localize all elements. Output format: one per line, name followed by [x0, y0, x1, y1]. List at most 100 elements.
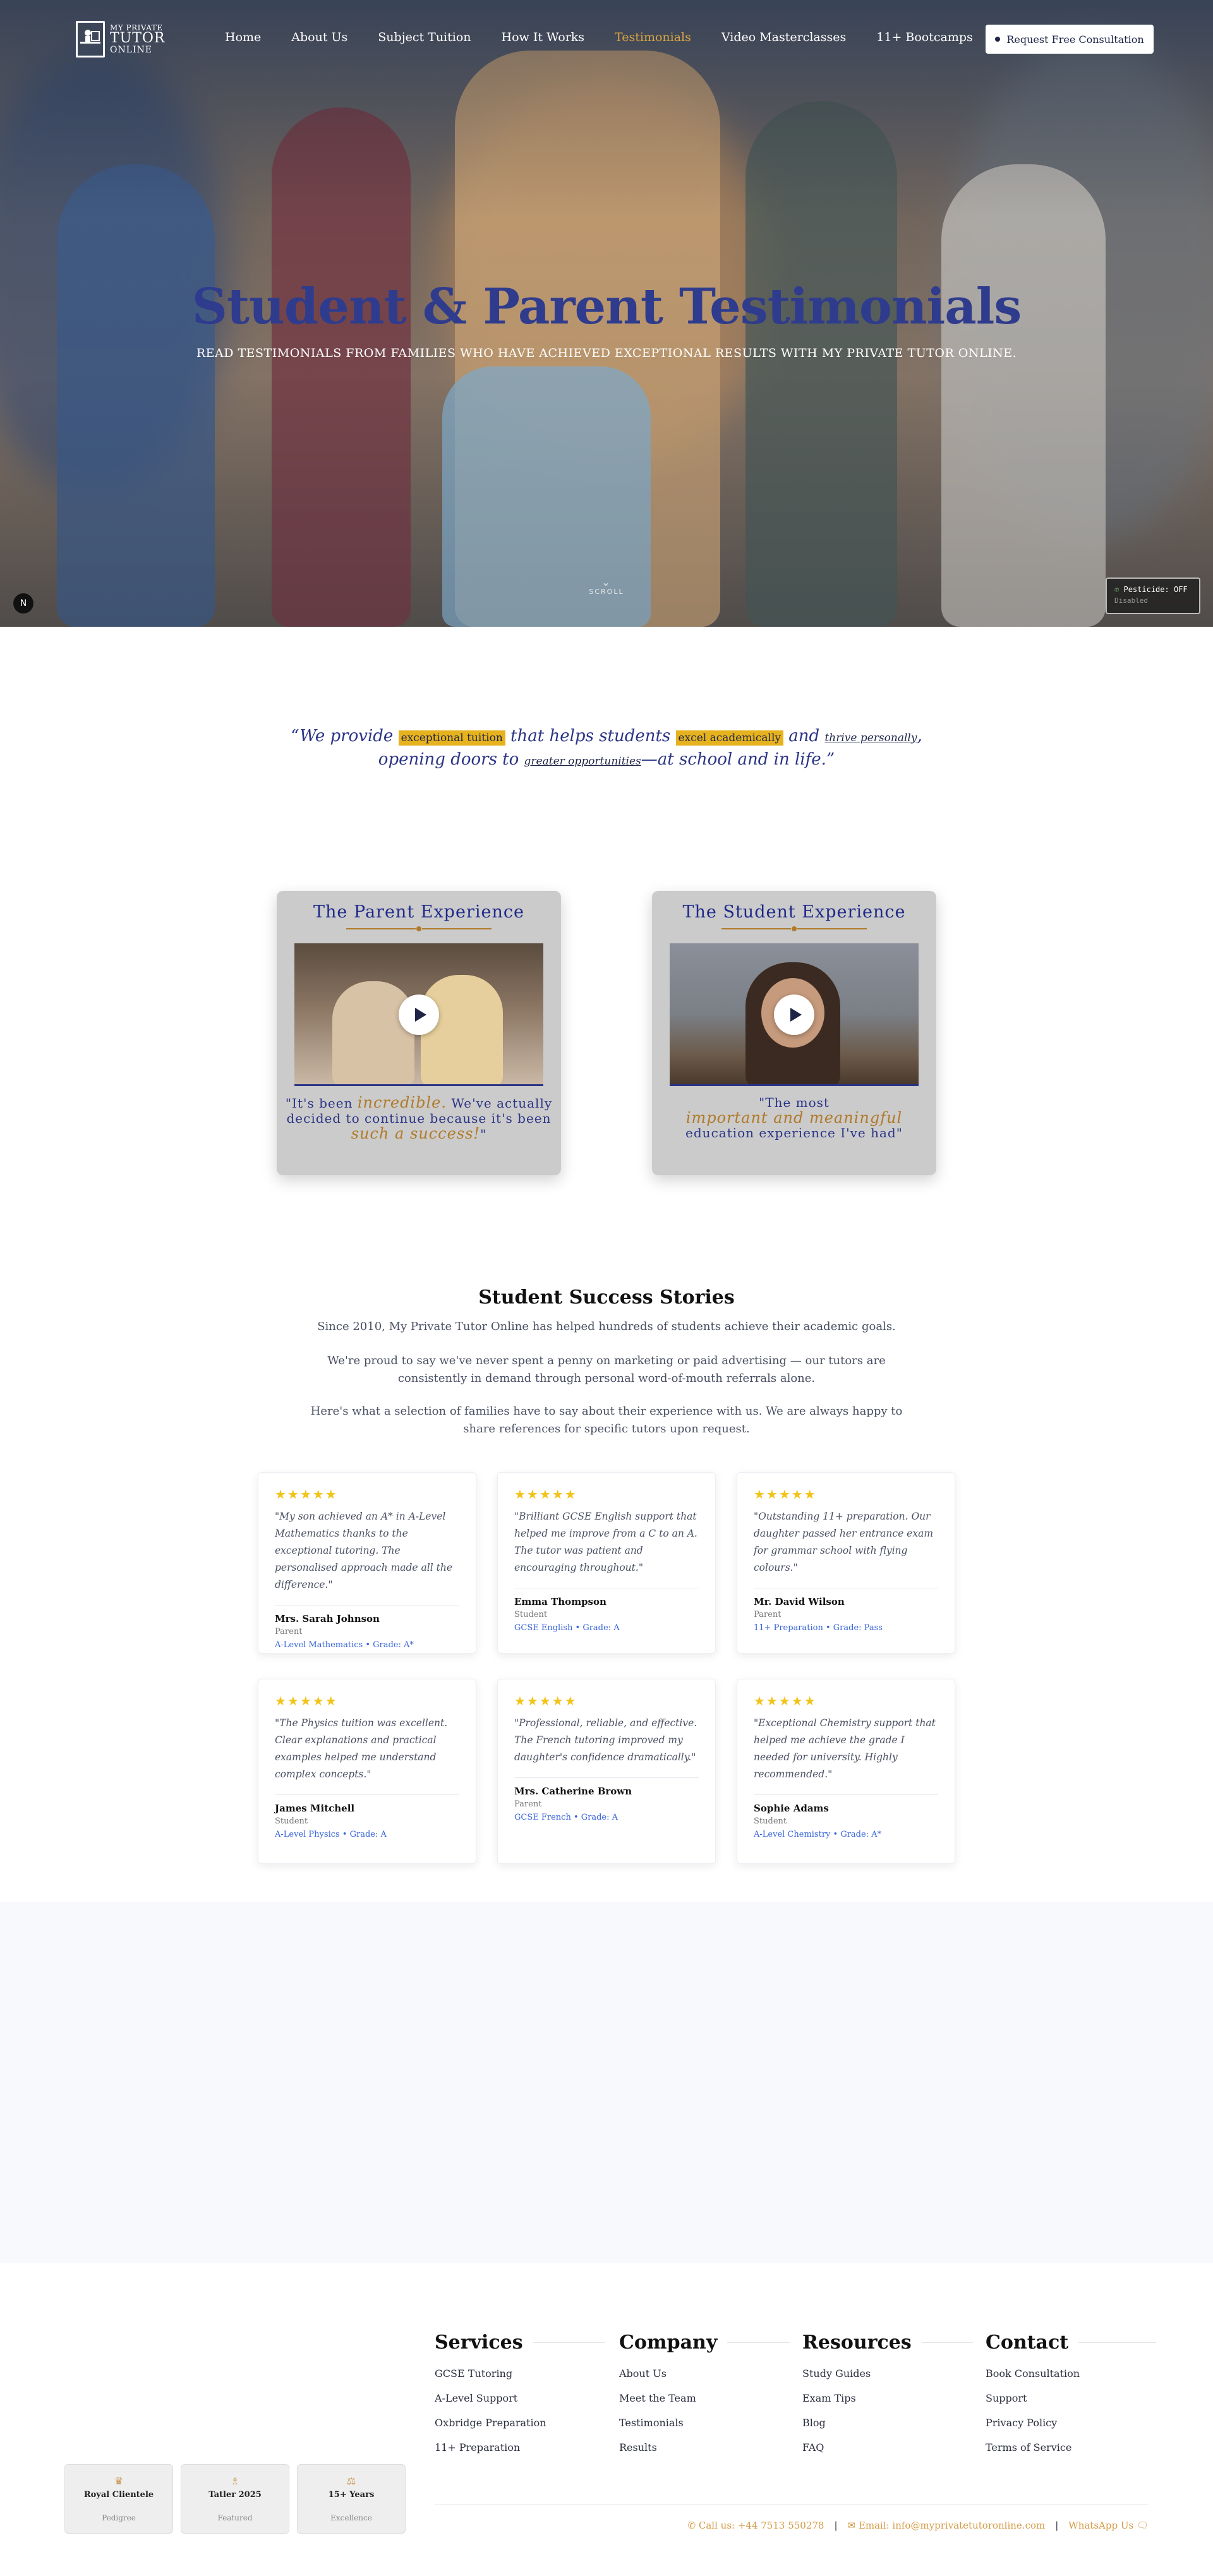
parent-quote: "It's been incredible. We've actually de…: [285, 1094, 553, 1142]
success-intro-3: Here's what a selection of families have…: [310, 1405, 903, 1436]
card-title: The Student Experience: [682, 902, 906, 922]
parent-video[interactable]: [294, 943, 543, 1086]
scroll-label: SCROLL: [589, 588, 624, 596]
star-rating-icon: ★★★★★: [514, 1487, 577, 1502]
site-logo[interactable]: MY PRIVATE TUTOR ONLINE: [76, 19, 165, 59]
footer-link[interactable]: Blog: [802, 2417, 973, 2441]
testimonial-subject-grade: A-Level Physics • Grade: A: [275, 1830, 387, 1839]
ornament-divider: [346, 924, 492, 933]
nav-testimonials[interactable]: Testimonials: [615, 30, 691, 44]
crown-icon: ♛: [114, 2475, 124, 2487]
testimonial-role: Student: [754, 1817, 787, 1826]
student-experience-card: The Student Experience "The most importa…: [652, 891, 936, 1175]
phone-icon: ✆: [1114, 585, 1119, 594]
footer-link[interactable]: Privacy Policy: [986, 2417, 1156, 2441]
nav-video-masterclasses[interactable]: Video Masterclasses: [721, 30, 846, 44]
card-title: The Parent Experience: [313, 902, 524, 922]
footer-link[interactable]: Results: [619, 2441, 790, 2466]
underline-greater-opportunities: greater opportunities: [524, 755, 641, 768]
badge-title: Royal Clientele: [83, 2490, 154, 2500]
main-nav: Home About Us Subject Tuition How It Wor…: [225, 30, 973, 44]
request-consultation-button[interactable]: Request Free Consultation: [986, 25, 1154, 54]
testimonial-text: "The Physics tuition was excellent. Clea…: [275, 1717, 448, 1780]
footer-link[interactable]: Meet the Team: [619, 2392, 790, 2417]
scroll-indicator[interactable]: ⌄ SCROLL: [588, 577, 625, 596]
play-icon[interactable]: [399, 995, 439, 1035]
footer-divider: [435, 2504, 1149, 2505]
footer-link[interactable]: About Us: [619, 2367, 790, 2392]
quote-line-1: “We provide exceptional tuition that hel…: [291, 727, 922, 746]
testimonial-subject-grade: GCSE French • Grade: A: [514, 1813, 619, 1822]
logo-text-line3: ONLINE: [110, 45, 153, 55]
footer-link[interactable]: Terms of Service: [986, 2441, 1156, 2466]
testimonial-card: ★★★★★ "My son achieved an A* in A-Level …: [258, 1472, 476, 1654]
success-stories-title: Student Success Stories: [478, 1286, 735, 1309]
quote-line-2: opening doors to greater opportunities—a…: [378, 750, 835, 769]
footer-link[interactable]: Exam Tips: [802, 2392, 973, 2417]
footer-heading: Services: [435, 2331, 523, 2354]
footer-link[interactable]: 11+ Preparation: [435, 2441, 605, 2466]
next-dev-badge[interactable]: N: [13, 593, 34, 614]
nav-home[interactable]: Home: [225, 30, 261, 44]
trophy-icon: ♗: [230, 2475, 240, 2487]
testimonial-role: Parent: [514, 1799, 542, 1809]
footer-link[interactable]: Support: [986, 2392, 1156, 2417]
mission-quote: “We provide exceptional tuition that hel…: [0, 725, 1213, 772]
footer-heading: Contact: [986, 2331, 1069, 2354]
testimonial-author: Mr. David Wilson: [754, 1596, 845, 1607]
footer-link[interactable]: Study Guides: [802, 2367, 973, 2392]
testimonial-card: ★★★★★ "Brilliant GCSE English support th…: [497, 1472, 716, 1654]
logo-tutor-icon: [76, 21, 105, 57]
play-icon[interactable]: [774, 995, 814, 1035]
ornament-divider: [721, 924, 867, 933]
footer-phone-link[interactable]: ✆ Call us: +44 7513 550278: [688, 2520, 824, 2531]
scales-icon: ⚖: [346, 2475, 356, 2487]
parent-experience-card: The Parent Experience "It's been incredi…: [277, 891, 561, 1175]
hero-subtitle: READ TESTIMONIALS FROM FAMILIES WHO HAVE…: [196, 346, 1017, 360]
testimonial-role: Parent: [754, 1610, 782, 1619]
footer-whatsapp-link[interactable]: WhatsApp Us 🗨: [1068, 2520, 1149, 2531]
testimonial-author: Mrs. Catherine Brown: [514, 1786, 632, 1797]
pesticide-toggle[interactable]: ✆ Pesticide: OFF Disabled: [1106, 577, 1200, 614]
student-video[interactable]: [670, 943, 919, 1086]
testimonial-card: ★★★★★ "Exceptional Chemistry support tha…: [737, 1679, 955, 1864]
footer-col-company: Company About Us Meet the Team Testimoni…: [619, 2331, 790, 2466]
testimonial-text: "Brilliant GCSE English support that hel…: [514, 1511, 697, 1573]
success-intro-1: Since 2010, My Private Tutor Online has …: [317, 1320, 896, 1333]
footer-link[interactable]: GCSE Tutoring: [435, 2367, 605, 2392]
nav-subject-tuition[interactable]: Subject Tuition: [378, 30, 471, 44]
footer-link[interactable]: A-Level Support: [435, 2392, 605, 2417]
testimonial-card: ★★★★★ "The Physics tuition was excellent…: [258, 1679, 476, 1864]
phone-icon: ✆: [687, 2520, 696, 2531]
star-rating-icon: ★★★★★: [275, 1693, 338, 1708]
testimonial-role: Student: [514, 1610, 548, 1619]
testimonial-text: "Outstanding 11+ preparation. Our daught…: [754, 1511, 934, 1573]
footer-email-link[interactable]: ✉ Email: info@myprivatetutoronline.com: [848, 2520, 1046, 2531]
footer-col-contact: Contact Book Consultation Support Privac…: [986, 2331, 1156, 2466]
nav-11-plus-bootcamps[interactable]: 11+ Bootcamps: [876, 30, 973, 44]
testimonial-subject-grade: A-Level Mathematics • Grade: A*: [275, 1640, 414, 1650]
nav-how-it-works[interactable]: How It Works: [502, 30, 585, 44]
testimonial-subject-grade: A-Level Chemistry • Grade: A*: [754, 1830, 882, 1839]
page-title: Student & Parent Testimonials: [191, 278, 1022, 336]
testimonial-author: James Mitchell: [275, 1803, 355, 1814]
star-rating-icon: ★★★★★: [275, 1487, 338, 1502]
badge-tatler: ♗ Tatler 2025 Featured: [181, 2464, 289, 2534]
cta-label: Request Free Consultation: [1006, 33, 1144, 45]
underline-thrive-personally: thrive personally: [824, 732, 917, 744]
testimonial-subject-grade: GCSE English • Grade: A: [514, 1623, 620, 1633]
mail-icon: ✉: [847, 2520, 856, 2531]
footer-link[interactable]: Oxbridge Preparation: [435, 2417, 605, 2441]
star-rating-icon: ★★★★★: [754, 1487, 817, 1502]
footer-col-services: Services GCSE Tutoring A-Level Support O…: [435, 2331, 605, 2466]
hero-section: MY PRIVATE TUTOR ONLINE Home About Us Su…: [0, 0, 1213, 627]
badge-title: Tatler 2025: [208, 2490, 262, 2500]
footer-link[interactable]: Testimonials: [619, 2417, 790, 2441]
testimonial-text: "Professional, reliable, and effective. …: [514, 1717, 697, 1763]
footer-link[interactable]: Book Consultation: [986, 2367, 1156, 2392]
badge-sub: Featured: [217, 2513, 253, 2522]
chat-bubble-icon: 🗨: [1136, 2520, 1149, 2531]
nav-about-us[interactable]: About Us: [291, 30, 347, 44]
highlight-exceptional-tuition: exceptional tuition: [398, 730, 505, 746]
footer-link[interactable]: FAQ: [802, 2441, 973, 2466]
